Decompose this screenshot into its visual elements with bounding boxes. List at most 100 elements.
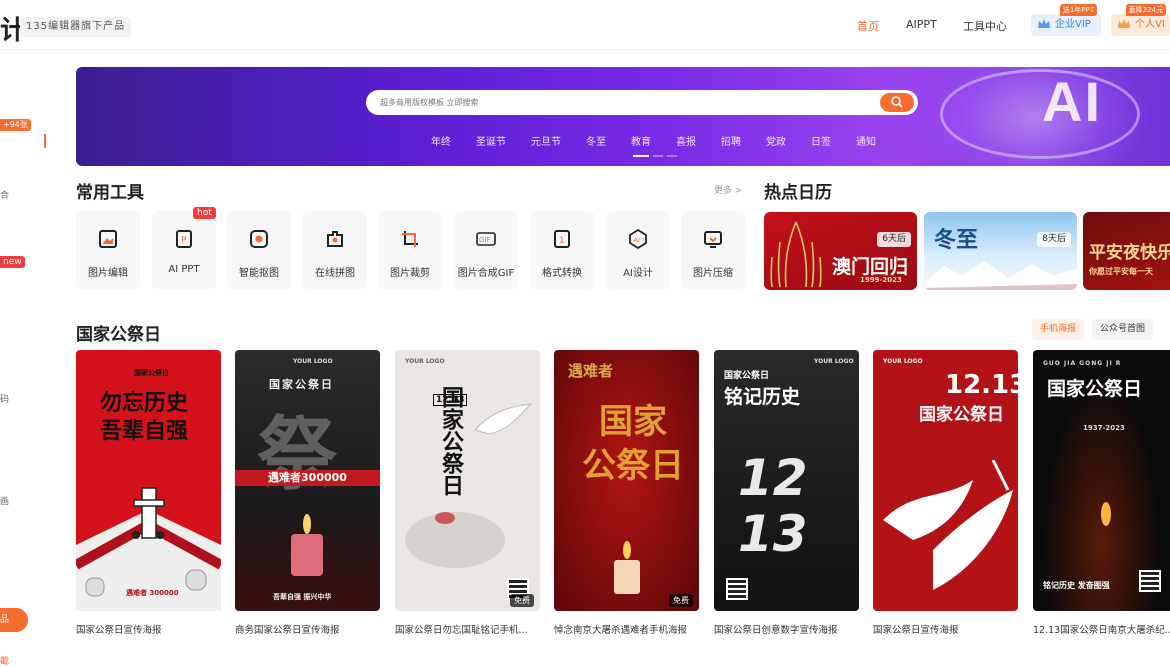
poster-logo: YOUR LOGO: [293, 358, 333, 365]
poster-caption[interactable]: 国家公祭日宣传海报: [76, 622, 226, 636]
sidebar-active-indicator: [44, 134, 46, 148]
banner-tag[interactable]: 日签: [811, 133, 831, 148]
gif-icon: GIF: [476, 232, 496, 246]
sidebar-item-active[interactable]: 品: [0, 608, 28, 632]
tool-format-convert[interactable]: 1 格式转换: [530, 211, 594, 289]
nav-home[interactable]: 首页: [857, 18, 879, 34]
sidebar-item-fragment[interactable]: 画: [0, 494, 9, 507]
poster-headline: 勿忘历史 吾辈自强: [100, 391, 189, 444]
hero-banner[interactable]: AI 年终 圣诞节 元旦节 冬至 教育 喜报 招聘 党政 日签 通知: [76, 67, 1170, 166]
nav-tool-center[interactable]: 工具中心: [963, 18, 1007, 34]
svg-text:P: P: [181, 236, 187, 246]
tool-image-edit[interactable]: 图片编辑: [76, 211, 140, 289]
banner-tag[interactable]: 年终: [431, 133, 451, 148]
calendar-card-title: 澳门回归: [832, 256, 909, 278]
logo-tagline: 135编辑器旗下产品: [20, 17, 132, 37]
candle-icon: [614, 541, 640, 594]
calendar-card-macau[interactable]: 6天后 澳门回归 1999-2023: [764, 212, 917, 290]
tool-ai-design[interactable]: AI AI设计: [606, 211, 670, 289]
banner-tag[interactable]: 元旦节: [531, 133, 561, 148]
sidebar-item-fragment[interactable]: 码: [0, 392, 9, 405]
sidebar: +94张 合 new 码 画 品 截: [0, 50, 48, 667]
calendar-card-winter[interactable]: 冬至 8天后: [924, 212, 1077, 290]
poster-card[interactable]: YOUR LOGO 国家公祭日 12.13 免费: [395, 350, 540, 611]
sidebar-new-badge: new: [0, 256, 25, 268]
poster-headline: 铭记历史: [724, 386, 801, 408]
dove-icon: [883, 460, 1013, 590]
tool-ai-ppt[interactable]: P AI PPT: [152, 211, 216, 289]
tool-image-crop[interactable]: 图片裁剪: [378, 211, 442, 289]
banner-tag[interactable]: 圣诞节: [476, 133, 506, 148]
tool-gif-maker[interactable]: GIF 图片合成GIF: [454, 211, 518, 289]
tools-more-link[interactable]: 更多 >: [714, 183, 742, 196]
search-icon: [891, 96, 903, 108]
tool-label: 格式转换: [542, 268, 582, 279]
search-button[interactable]: [880, 93, 914, 112]
poster-card[interactable]: 遇难者 国家 公祭日 免费: [554, 350, 699, 611]
poster-top-text: 国家公祭日: [134, 369, 169, 377]
image-edit-icon: [99, 230, 117, 248]
poster-caption[interactable]: 12.13国家公祭日南京大屠杀纪...: [1033, 622, 1170, 636]
banner-tag[interactable]: 冬至: [586, 133, 606, 148]
sidebar-count-badge: +94张: [0, 119, 31, 131]
poster-caption[interactable]: 国家公祭日宣传海报: [873, 622, 1023, 636]
poster-logo: YOUR LOGO: [883, 358, 923, 365]
tool-label: 图片压缩: [693, 268, 733, 279]
tool-label: 智能抠图: [239, 268, 279, 279]
calendar-card-sub: 你愿过平安每一天: [1089, 267, 1153, 276]
poster-caption[interactable]: 商务国家公祭日宣传海报: [235, 622, 385, 636]
search-input[interactable]: [380, 94, 860, 111]
tab-mobile-poster[interactable]: 手机海报: [1032, 319, 1085, 340]
banner-tag[interactable]: 教育: [631, 133, 651, 148]
dove-icon: [474, 403, 533, 435]
personal-vip-badge: 直降324元: [1125, 4, 1166, 16]
ai-ppt-icon: P: [176, 230, 192, 248]
poster-caption[interactable]: 国家公祭日勿忘国耻铭记手机...: [395, 622, 545, 636]
calendar-card-title: 平安夜快乐: [1089, 243, 1170, 263]
poster-top-text: 遇难者: [568, 362, 614, 380]
poster-number: 12.13: [945, 370, 1018, 400]
calendar-card-christmas[interactable]: 平安夜快乐 你愿过平安每一天: [1083, 212, 1170, 290]
nav-aippt[interactable]: AIPPT: [906, 18, 937, 31]
carousel-dot[interactable]: [667, 155, 677, 157]
sidebar-item-fragment[interactable]: 截: [0, 654, 9, 667]
candle-icon: [291, 514, 323, 576]
personal-vip-button[interactable]: 个人VI 直降324元: [1111, 4, 1170, 36]
poster-headline: 祭: [257, 408, 337, 501]
carousel-dot[interactable]: [653, 155, 663, 157]
tool-online-puzzle[interactable]: 在线拼图: [303, 211, 367, 289]
tab-wechat-cover[interactable]: 公众号首图: [1092, 319, 1154, 340]
days-badge: 6天后: [877, 232, 911, 247]
poster-card[interactable]: 国家公祭日 勿忘历史 吾辈自强 遇难者 300000: [76, 350, 221, 611]
tool-label: 图片编辑: [88, 268, 128, 279]
poster-card[interactable]: YOUR LOGO 国家公祭日 铭记历史 12 13: [714, 350, 859, 611]
banner-ai-art: AI: [1042, 70, 1102, 133]
banner-tag-list: 年终 圣诞节 元旦节 冬至 教育 喜报 招聘 党政 日签 通知: [431, 133, 901, 148]
tools-section-title: 常用工具: [76, 183, 144, 203]
enterprise-vip-button[interactable]: 企业VIP 送1年PPT: [1031, 4, 1101, 36]
poster-card[interactable]: YOUR LOGO 12.13 国家公祭日: [873, 350, 1018, 611]
qr-code: [726, 578, 748, 600]
poster-headline: 国家公祭日: [919, 405, 1004, 425]
carousel-dot[interactable]: [633, 155, 649, 157]
poster-card[interactable]: GUO JIA GONG JI R 国家公祭日 1937-2023 铭记历史 发…: [1033, 350, 1170, 611]
poster-card[interactable]: YOUR LOGO 国家公祭日 祭 遇难者300000 吾辈自强 振兴中华: [235, 350, 380, 611]
hot-badge: hot: [193, 207, 216, 219]
tool-label: AI PPT: [168, 264, 200, 275]
tool-image-compress[interactable]: 图片压缩: [681, 211, 745, 289]
tool-label: 在线拼图: [315, 268, 355, 279]
poster-caption[interactable]: 国家公祭日创意数字宣传海报: [714, 622, 864, 636]
banner-tag[interactable]: 党政: [766, 133, 786, 148]
snow-mountain-icon: [924, 260, 1077, 290]
banner-tag[interactable]: 喜报: [676, 133, 696, 148]
tool-label: 图片合成GIF: [457, 268, 515, 279]
search-box: [366, 90, 918, 115]
sidebar-item-fragment[interactable]: 合: [0, 188, 9, 201]
enterprise-vip-badge: 送1年PPT: [1059, 4, 1097, 16]
personal-vip-label: 个人VI: [1135, 19, 1165, 30]
tool-smart-cutout[interactable]: 智能抠图: [227, 211, 291, 289]
banner-tag[interactable]: 通知: [856, 133, 876, 148]
poster-caption[interactable]: 悼念南京大屠杀遇难者手机海报: [554, 622, 704, 636]
banner-tag[interactable]: 招聘: [721, 133, 741, 148]
smart-cutout-icon: [250, 230, 268, 248]
